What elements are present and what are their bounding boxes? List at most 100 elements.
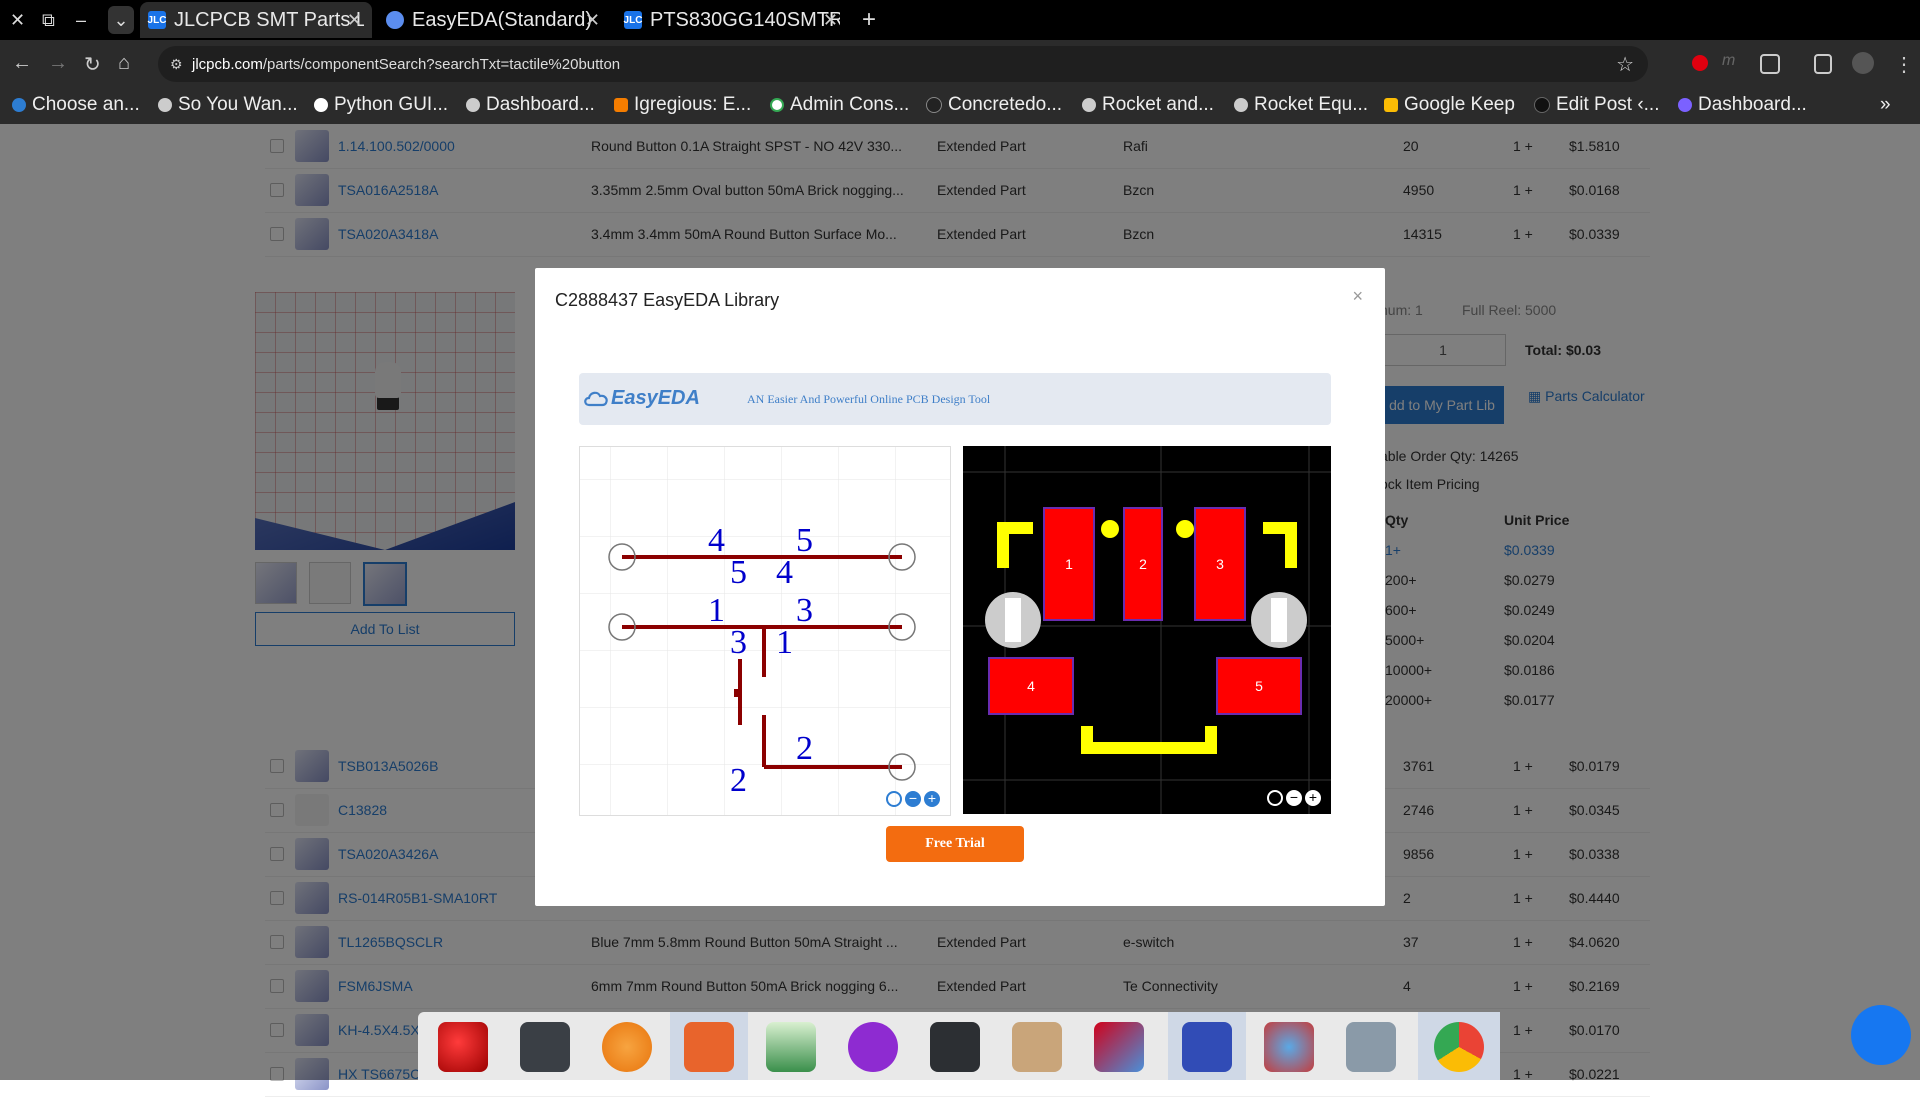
close-icon[interactable]: × (1352, 286, 1363, 307)
tab-label: JLCPCB SMT Parts Li (174, 8, 364, 31)
address-bar[interactable]: ⚙ jlcpcb.com/parts/componentSearch?searc… (158, 46, 1648, 82)
mixer-icon[interactable] (930, 1022, 980, 1072)
google-icon (770, 98, 784, 112)
globe-icon (466, 98, 480, 112)
jlc-icon: JLC (148, 11, 166, 29)
chrome-icon[interactable] (1434, 1022, 1484, 1072)
tab-label: EasyEDA(Standard) (412, 8, 593, 31)
schematic-zoom-controls: − + (886, 791, 940, 807)
tab-jlcpcb[interactable]: JLC JLCPCB SMT Parts Li ✕ (140, 2, 372, 38)
bookmark-icon (1678, 98, 1692, 112)
home-icon[interactable]: ⌂ (118, 52, 130, 75)
footprint-preview[interactable]: 1 2 3 4 5 − + (963, 446, 1331, 814)
free-trial-button[interactable]: Free Trial (886, 826, 1024, 862)
pin-number: 2 (730, 762, 747, 799)
pad-number: 4 (1027, 678, 1035, 694)
profile-avatar[interactable] (1852, 52, 1874, 74)
zoom-in-icon[interactable]: + (1305, 790, 1321, 806)
silkscreen-dot (1101, 520, 1119, 538)
pin-number: 3 (730, 624, 747, 661)
terminal-icon[interactable] (520, 1022, 570, 1072)
bookmark-item[interactable]: Igregious: E... (614, 94, 751, 116)
bookmarks-bar: Choose an... So You Wan... Python GUI...… (0, 88, 1920, 124)
bookmark-item[interactable]: Python GUI... (314, 94, 448, 116)
minimize-window-icon[interactable]: – (76, 10, 86, 31)
extension-icon[interactable] (1692, 55, 1708, 71)
bookmark-item[interactable]: Google Keep (1384, 94, 1515, 116)
back-icon[interactable]: ← (12, 52, 32, 75)
center-icon[interactable] (1267, 790, 1283, 806)
globe-icon (158, 98, 172, 112)
site-info-icon[interactable]: ⚙ (170, 56, 183, 73)
bookmark-item[interactable]: Admin Cons... (770, 94, 909, 116)
extension-m-icon[interactable]: m (1722, 52, 1744, 74)
tab-label: PTS830GG140SMTR (650, 8, 840, 31)
archive-icon[interactable] (1012, 1022, 1062, 1072)
image-viewer-icon[interactable] (766, 1022, 816, 1072)
bookmark-item[interactable]: Edit Post ‹... (1534, 94, 1659, 116)
zoom-out-icon[interactable]: − (1286, 790, 1302, 806)
close-window-icon[interactable]: ✕ (10, 10, 25, 31)
pin-number: 5 (796, 522, 813, 559)
blender-icon[interactable] (602, 1022, 652, 1072)
forward-icon[interactable]: → (48, 52, 68, 75)
inkscape-icon[interactable] (1264, 1022, 1314, 1072)
cloud-icon (584, 391, 608, 407)
kicad-icon[interactable] (1182, 1022, 1232, 1072)
reload-icon[interactable]: ↻ (84, 52, 101, 77)
pad-number: 1 (1065, 556, 1073, 572)
pad-number: 5 (1255, 678, 1263, 694)
menu-kebab-icon[interactable]: ⋮ (1894, 52, 1914, 77)
screenshot-icon[interactable] (1346, 1022, 1396, 1072)
bookmark-item[interactable]: Rocket and... (1082, 94, 1214, 116)
pin-number: 2 (796, 730, 813, 767)
extensions-puzzle-icon[interactable] (1760, 54, 1780, 74)
pin-number: 4 (776, 554, 793, 591)
mounting-hole-slot (1271, 598, 1287, 642)
easyeda-logo: EasyEDA (611, 387, 700, 409)
blogger-icon (614, 98, 628, 112)
new-tab-icon[interactable]: + (862, 6, 876, 34)
chat-support-icon[interactable] (1851, 1005, 1911, 1065)
bookmark-item[interactable]: Rocket Equ... (1234, 94, 1368, 116)
bookmark-item[interactable]: So You Wan... (158, 94, 298, 116)
pin-number: 3 (796, 592, 813, 629)
tab-easyeda[interactable]: EasyEDA(Standard) ✕ (378, 2, 610, 38)
google-keep-icon (1384, 98, 1398, 112)
easyeda-library-modal: C2888437 EasyEDA Library × EasyEDA AN Ea… (535, 268, 1385, 906)
tab-bar: ✕ ⧉ – ⌄ JLC JLCPCB SMT Parts Li ✕ EasyED… (0, 0, 1920, 40)
easyeda-tagline: AN Easier And Powerful Online PCB Design… (747, 392, 991, 406)
bookmark-icon (926, 97, 942, 113)
falcon-icon[interactable] (438, 1022, 488, 1072)
tab-search-icon[interactable]: ⌄ (108, 6, 134, 34)
center-icon[interactable] (886, 791, 902, 807)
footprint-zoom-controls: − + (1267, 790, 1321, 806)
bookmark-star-icon[interactable]: ☆ (1616, 52, 1634, 77)
zoom-out-icon[interactable]: − (905, 791, 921, 807)
pin-number: 5 (730, 554, 747, 591)
close-tab-icon[interactable]: ✕ (585, 10, 600, 31)
easyeda-banner[interactable]: EasyEDA AN Easier And Powerful Online PC… (579, 373, 1331, 425)
tab-pts830[interactable]: JLC PTS830GG140SMTR ✕ (616, 2, 848, 38)
more-bookmarks-icon[interactable]: » (1880, 94, 1891, 116)
bookmark-item[interactable]: Dashboard... (1678, 94, 1807, 116)
bookmark-item[interactable]: Concretedo... (926, 94, 1062, 116)
s-app-icon[interactable] (848, 1022, 898, 1072)
zoom-in-icon[interactable]: + (924, 791, 940, 807)
pad-number: 2 (1139, 556, 1147, 572)
footprint-canvas: 1 2 3 4 5 (963, 446, 1331, 814)
close-tab-icon[interactable]: ✕ (347, 10, 362, 31)
freecad-icon[interactable] (1094, 1022, 1144, 1072)
url-text: jlcpcb.com/parts/componentSearch?searchT… (192, 55, 621, 73)
files-icon[interactable] (684, 1022, 734, 1072)
app-dock (418, 1012, 1500, 1080)
restore-window-icon[interactable]: ⧉ (42, 10, 55, 31)
wordpress-icon (1534, 97, 1550, 113)
schematic-preview[interactable]: 4 5 5 4 1 3 3 1 2 2 − + (579, 446, 951, 816)
pin-number: 4 (708, 522, 725, 559)
bookmark-item[interactable]: Dashboard... (466, 94, 595, 116)
close-tab-icon[interactable]: ✕ (823, 10, 838, 31)
side-panel-icon[interactable] (1814, 54, 1832, 74)
pin-number: 1 (708, 592, 725, 629)
bookmark-item[interactable]: Choose an... (12, 94, 140, 116)
